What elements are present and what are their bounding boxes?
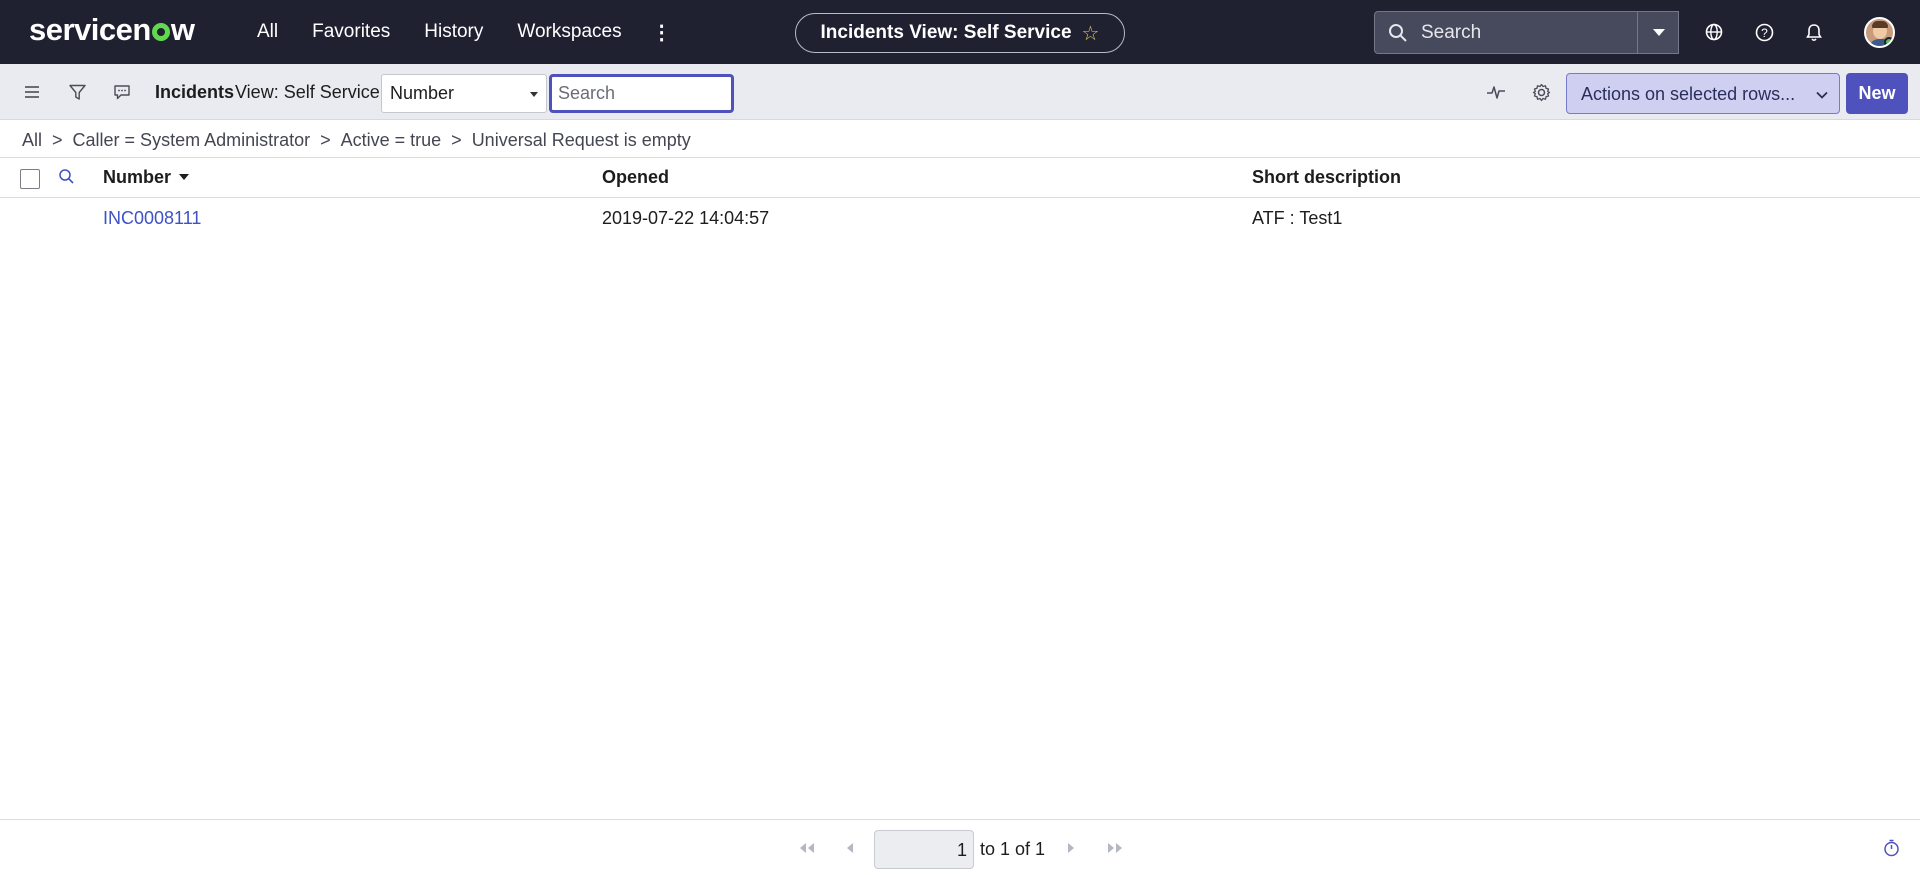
filter-icon[interactable]: [65, 80, 89, 104]
hamburger-menu-icon[interactable]: [20, 80, 44, 104]
next-page-icon[interactable]: [1064, 838, 1078, 858]
menu-workspaces[interactable]: Workspaces: [517, 21, 621, 43]
gear-icon[interactable]: [1529, 80, 1553, 104]
menu-history[interactable]: History: [424, 21, 483, 43]
globe-icon[interactable]: [1702, 20, 1726, 44]
first-page-icon[interactable]: [796, 838, 818, 858]
page-number-input[interactable]: 1: [874, 830, 974, 869]
search-icon: [1375, 23, 1421, 43]
global-search-placeholder: Search: [1421, 21, 1482, 43]
column-header-number[interactable]: Number: [103, 167, 190, 188]
breadcrumb-all[interactable]: All: [22, 130, 42, 151]
list-search-input[interactable]: [549, 74, 734, 113]
previous-page-icon[interactable]: [843, 838, 857, 858]
breadcrumb-separator: >: [451, 129, 462, 150]
column-header-number-label: Number: [103, 167, 172, 187]
top-navigation: servicen w All Favorites History Workspac…: [0, 0, 1920, 64]
list-toolbar: Incidents View: Self Service Number Acti…: [0, 64, 1920, 120]
chevron-down-icon: [1815, 86, 1829, 107]
column-header-short-description[interactable]: Short description: [1252, 167, 1401, 188]
search-scope-dropdown[interactable]: [1637, 11, 1679, 54]
chat-icon[interactable]: [110, 80, 134, 104]
svg-text:?: ?: [1761, 26, 1768, 40]
filter-breadcrumb: All > Caller = System Administrator > Ac…: [22, 128, 691, 152]
dropdown-caret-icon: [530, 92, 538, 97]
main-menu: All Favorites History Workspaces ⋮: [257, 0, 672, 64]
breadcrumb-universal-request[interactable]: Universal Request is empty: [472, 130, 691, 151]
table-header: Number Opened Short description: [0, 158, 1920, 198]
breadcrumb-caller[interactable]: Caller = System Administrator: [73, 130, 311, 151]
menu-all[interactable]: All: [257, 21, 278, 43]
sort-descending-icon: [179, 174, 190, 180]
list-title[interactable]: Incidents: [155, 82, 234, 103]
more-menu-icon[interactable]: ⋮: [652, 20, 672, 45]
user-avatar[interactable]: [1864, 17, 1895, 48]
column-search-icon[interactable]: [58, 168, 75, 190]
opened-cell: 2019-07-22 14:04:57: [602, 208, 770, 228]
breadcrumb-separator: >: [320, 129, 331, 150]
view-label: View: Self Service: [235, 82, 380, 102]
timer-icon[interactable]: [1882, 838, 1900, 858]
new-button[interactable]: New: [1846, 73, 1908, 114]
chevron-down-icon: [1652, 28, 1665, 36]
search-field-select[interactable]: Number: [381, 74, 547, 113]
actions-select-label: Actions on selected rows...: [1581, 84, 1796, 104]
select-all-checkbox[interactable]: [20, 169, 40, 189]
breadcrumb-active[interactable]: Active = true: [341, 130, 442, 151]
notifications-bell-icon[interactable]: [1802, 20, 1826, 44]
column-header-opened[interactable]: Opened: [602, 167, 669, 188]
actions-on-selected-rows-select[interactable]: Actions on selected rows...: [1566, 73, 1840, 114]
page-range-text: to 1 of 1: [980, 839, 1046, 859]
table-row: INC0008111 2019-07-22 14:04:57 ATF : Tes…: [0, 199, 1920, 237]
global-search-input[interactable]: Search: [1374, 11, 1679, 54]
context-title: Incidents View: Self Service: [820, 22, 1072, 43]
search-field-value: Number: [390, 83, 455, 103]
incident-number-link[interactable]: INC0008111: [103, 208, 201, 229]
pagination-bar: 1 to 1 of 1: [0, 819, 1920, 875]
online-status-dot: [1884, 37, 1893, 46]
last-page-icon[interactable]: [1104, 838, 1126, 858]
menu-favorites[interactable]: Favorites: [312, 21, 390, 43]
short-description-cell: ATF : Test1: [1252, 208, 1343, 228]
context-title-pill[interactable]: Incidents View: Self Service ☆: [795, 13, 1125, 53]
activity-pulse-icon[interactable]: [1484, 80, 1508, 104]
breadcrumb-separator: >: [52, 129, 63, 150]
servicenow-logo[interactable]: servicen w: [29, 12, 195, 48]
favorite-star-icon[interactable]: ☆: [1082, 21, 1100, 46]
help-icon[interactable]: ?: [1752, 20, 1776, 44]
